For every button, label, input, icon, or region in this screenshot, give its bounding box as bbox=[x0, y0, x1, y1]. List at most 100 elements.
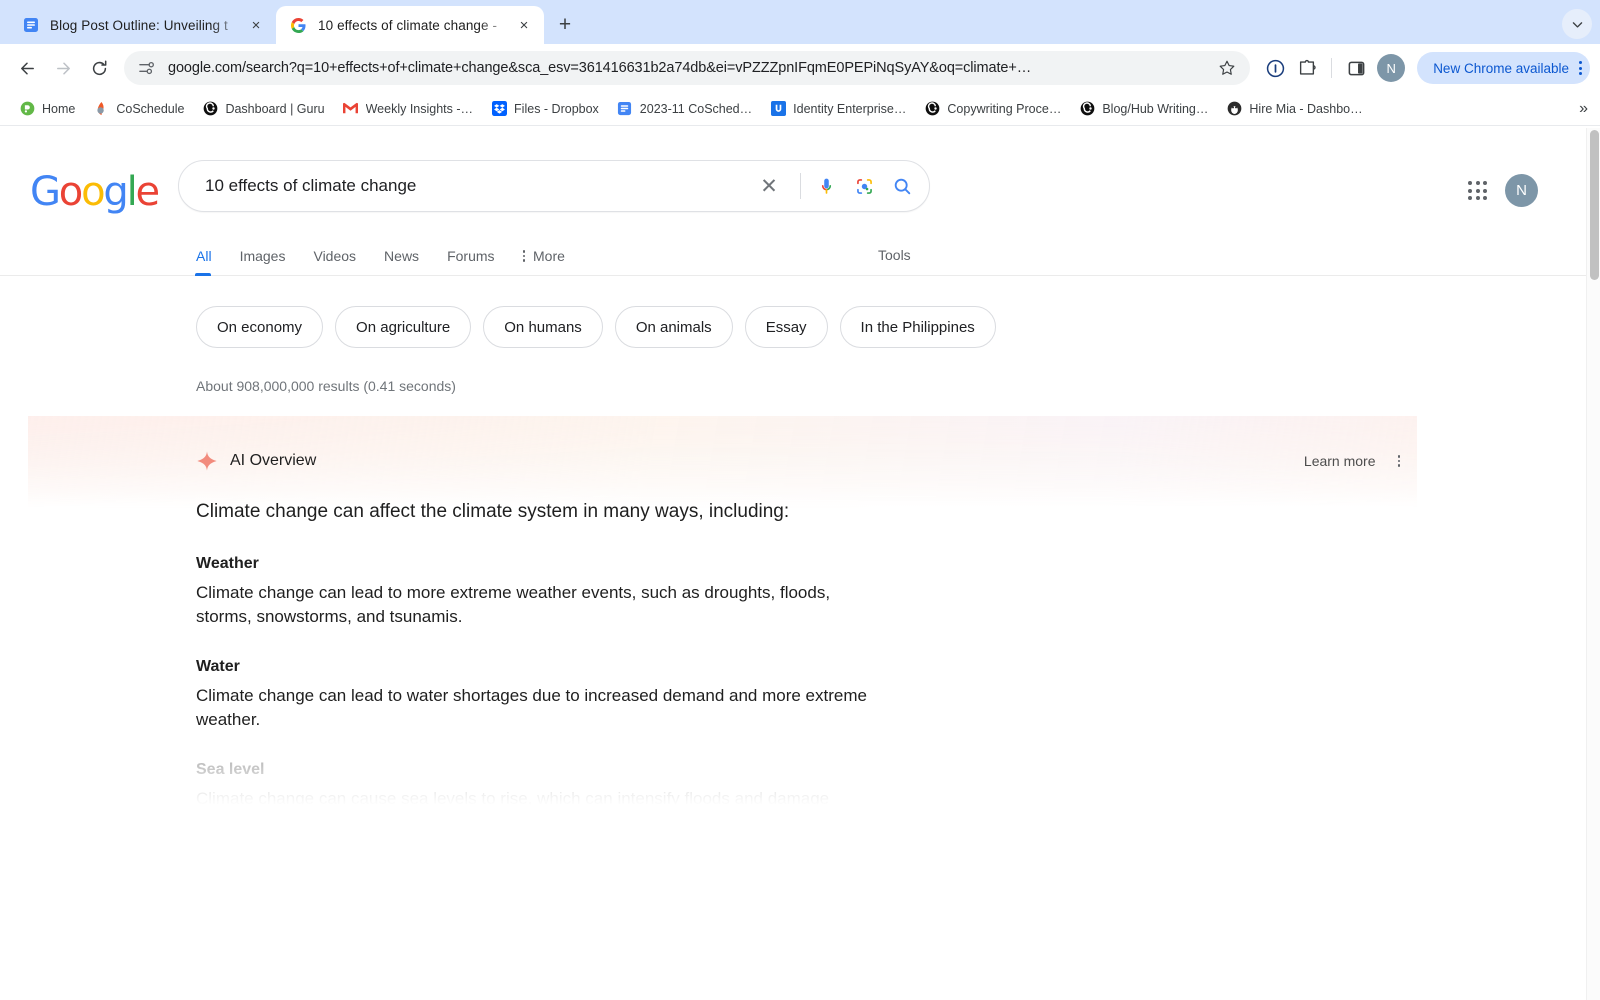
bookmarks-overflow-icon[interactable]: » bbox=[1579, 100, 1588, 118]
search-nav-tabs: All Images Videos News Forums More Tools bbox=[0, 232, 1600, 276]
ai-overview-kebab-icon[interactable] bbox=[1397, 455, 1400, 467]
chrome-update-button[interactable]: New Chrome available bbox=[1417, 52, 1590, 84]
bookmark-identity-enterprise[interactable]: Identity Enterprise… bbox=[761, 97, 915, 121]
tab-title: Blog Post Outline: Unveiling t bbox=[50, 17, 228, 33]
google-icon bbox=[290, 17, 307, 34]
logo-letter: o bbox=[58, 169, 84, 215]
results-count: About 908,000,000 results (0.41 seconds) bbox=[196, 378, 456, 394]
tab-news[interactable]: News bbox=[384, 249, 433, 275]
section-heading: Weather bbox=[196, 554, 259, 572]
bookmark-dropbox[interactable]: Files - Dropbox bbox=[482, 97, 608, 121]
google-lens-icon[interactable] bbox=[851, 173, 877, 199]
google-apps-icon[interactable] bbox=[1468, 181, 1487, 200]
tab-strip: Blog Post Outline: Unveiling t × 10 effe… bbox=[0, 0, 1600, 44]
new-tab-button[interactable]: + bbox=[550, 10, 580, 40]
toolbar-divider bbox=[1331, 58, 1333, 78]
bookmark-label: Identity Enterprise… bbox=[793, 101, 907, 116]
bookmark-favicon-doc bbox=[617, 101, 633, 117]
bookmark-hire-mia[interactable]: Hire Mia - Dashbo… bbox=[1217, 97, 1371, 121]
section-heading: Sea level bbox=[196, 761, 265, 779]
chip-on-economy[interactable]: On economy bbox=[196, 306, 324, 348]
search-results: On economy On agriculture On humans On a… bbox=[0, 276, 1586, 819]
tab-label: Forums bbox=[447, 248, 495, 264]
bookmark-blog-hub-writing[interactable]: Blog/Hub Writing… bbox=[1070, 97, 1217, 121]
scrollbar-thumb[interactable] bbox=[1590, 130, 1599, 280]
ai-overview-section-sea-level: Sea level Climate change can cause sea l… bbox=[196, 761, 1420, 819]
close-icon[interactable]: × bbox=[246, 15, 266, 35]
ai-overview-panel: AI Overview Learn more Climate change ca… bbox=[0, 416, 1586, 819]
back-button[interactable] bbox=[10, 51, 44, 85]
chip-on-agriculture[interactable]: On agriculture bbox=[335, 306, 472, 348]
chip-on-humans[interactable]: On humans bbox=[483, 306, 603, 348]
chip-on-animals[interactable]: On animals bbox=[614, 306, 733, 348]
browser-menu-kebab-icon[interactable] bbox=[1579, 61, 1582, 75]
bookmark-weekly-insights[interactable]: Weekly Insights -… bbox=[334, 97, 482, 121]
bookmark-favicon-guru bbox=[924, 101, 940, 117]
bookmark-label: Hire Mia - Dashbo… bbox=[1249, 101, 1363, 116]
page-content: Google 10 effects of climate change ✕ N bbox=[0, 128, 1600, 1000]
extensions-puzzle-icon[interactable] bbox=[1292, 53, 1322, 83]
section-heading: Water bbox=[196, 657, 240, 675]
close-icon[interactable]: × bbox=[514, 15, 534, 35]
tab-forums[interactable]: Forums bbox=[447, 249, 508, 275]
bookmark-label: Dashboard | Guru bbox=[225, 101, 325, 116]
learn-more-link[interactable]: Learn more bbox=[1304, 453, 1376, 469]
tab-videos[interactable]: Videos bbox=[313, 249, 370, 275]
info-circle-icon[interactable] bbox=[1260, 53, 1290, 83]
doc-icon bbox=[22, 17, 39, 34]
bookmark-coschedule[interactable]: CoSchedule bbox=[84, 97, 193, 121]
ai-overview-section-weather: Weather Climate change can lead to more … bbox=[196, 555, 1420, 629]
bookmark-home[interactable]: Home bbox=[10, 97, 84, 121]
tab-label: Images bbox=[239, 248, 286, 264]
url-text: google.com/search?q=10+effects+of+climat… bbox=[168, 60, 1032, 76]
logo-letter: G bbox=[30, 169, 61, 215]
bookmark-dashboard-guru[interactable]: Dashboard | Guru bbox=[193, 97, 333, 121]
google-logo[interactable]: Google bbox=[30, 169, 160, 215]
tab-more[interactable]: More bbox=[522, 249, 579, 275]
search-icon[interactable] bbox=[889, 173, 915, 199]
bookmark-favicon-dropbox bbox=[491, 101, 507, 117]
section-body: Climate change can lead to water shortag… bbox=[196, 685, 867, 729]
bookmark-copywriting-process[interactable]: Copywriting Proce… bbox=[915, 97, 1070, 121]
bookmark-label: Home bbox=[42, 101, 76, 116]
ai-overview-section-water: Water Climate change can lead to water s… bbox=[196, 658, 1420, 732]
browser-tab-2[interactable]: 10 effects of climate change - × bbox=[276, 6, 544, 44]
browser-toolbar: google.com/search?q=10+effects+of+climat… bbox=[0, 44, 1600, 92]
bookmark-label: Copywriting Proce… bbox=[947, 101, 1062, 116]
forward-button[interactable] bbox=[46, 51, 80, 85]
google-header-right: N bbox=[1468, 174, 1538, 207]
page-scrollbar[interactable] bbox=[1586, 128, 1600, 1000]
logo-letter: o bbox=[81, 169, 106, 215]
bookmark-favicon-identity bbox=[770, 101, 786, 117]
ai-overview-lead: Climate change can affect the climate sy… bbox=[196, 501, 790, 522]
tab-title: 10 effects of climate change - bbox=[318, 17, 498, 33]
tab-search-chevron-down-icon[interactable] bbox=[1562, 9, 1592, 39]
tools-button[interactable]: Tools bbox=[878, 247, 911, 263]
side-panel-icon[interactable] bbox=[1341, 53, 1371, 83]
tab-images[interactable]: Images bbox=[240, 249, 300, 275]
chip-essay[interactable]: Essay bbox=[744, 306, 828, 348]
bookmark-label: CoSchedule bbox=[116, 101, 185, 116]
address-bar[interactable]: google.com/search?q=10+effects+of+climat… bbox=[124, 51, 1251, 85]
browser-tab-1[interactable]: Blog Post Outline: Unveiling t × bbox=[8, 6, 276, 44]
account-avatar[interactable]: N bbox=[1505, 174, 1538, 207]
bookmark-favicon-guru bbox=[1079, 101, 1095, 117]
search-input[interactable]: 10 effects of climate change bbox=[205, 176, 756, 196]
site-settings-tune-icon[interactable] bbox=[138, 60, 156, 77]
logo-letter: g bbox=[103, 169, 128, 215]
tab-label: Videos bbox=[313, 248, 357, 264]
reload-button[interactable] bbox=[82, 51, 116, 85]
browser-window: Blog Post Outline: Unveiling t × 10 effe… bbox=[0, 0, 1600, 1000]
tab-all[interactable]: All bbox=[195, 249, 226, 276]
microphone-icon[interactable] bbox=[813, 173, 839, 199]
ai-overview-header: AI Overview Learn more bbox=[196, 450, 1400, 472]
bookmark-star-icon[interactable] bbox=[1218, 59, 1238, 77]
bookmark-2023-11-coschedule[interactable]: 2023-11 CoSched… bbox=[608, 97, 761, 121]
clear-search-icon[interactable]: ✕ bbox=[756, 173, 782, 199]
bookmark-label: 2023-11 CoSched… bbox=[639, 101, 753, 116]
avatar[interactable]: N bbox=[1377, 54, 1406, 82]
bookmark-label: Weekly Insights -… bbox=[365, 101, 474, 116]
search-box[interactable]: 10 effects of climate change ✕ bbox=[178, 160, 930, 212]
logo-letter: e bbox=[135, 169, 160, 215]
chip-in-the-philippines[interactable]: In the Philippines bbox=[839, 306, 996, 348]
